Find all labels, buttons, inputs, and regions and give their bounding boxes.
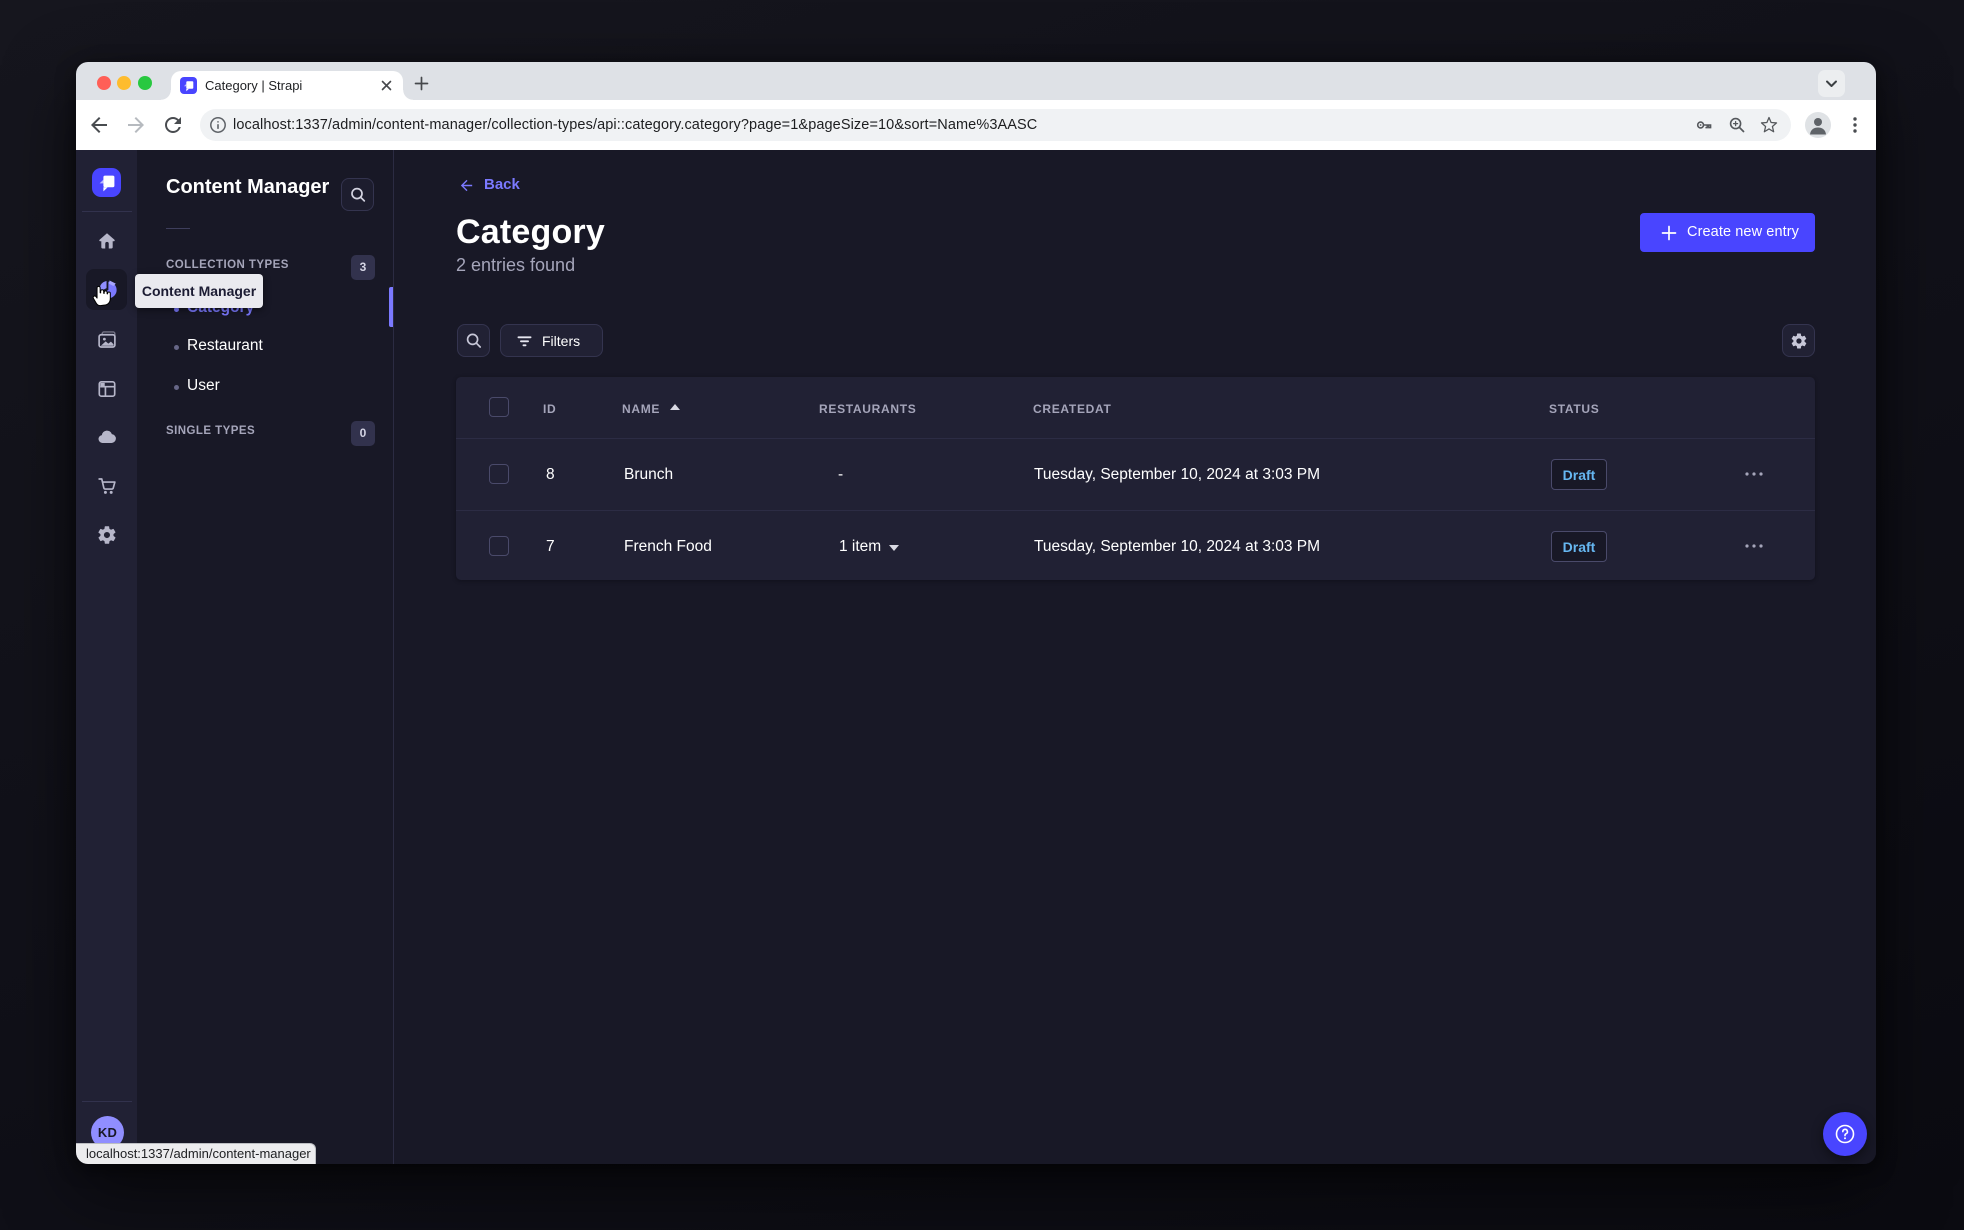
- table-header-row: ID NAME RESTAURANTS CREATEDAT STATUS: [456, 377, 1815, 439]
- browser-toolbar: localhost:1337/admin/content-manager/col…: [76, 100, 1876, 150]
- rail-divider: [82, 211, 132, 212]
- sort-ascending-icon[interactable]: [670, 404, 680, 410]
- column-header-id[interactable]: ID: [543, 402, 556, 416]
- sidebar-item-marketplace[interactable]: [86, 465, 127, 506]
- sidebar-item-cloud[interactable]: [86, 416, 127, 457]
- password-key-icon[interactable]: [1695, 116, 1713, 134]
- filter-icon: [516, 333, 533, 350]
- row-actions-icon[interactable]: [1740, 460, 1768, 488]
- table-row[interactable]: 8 Brunch - Tuesday, September 10, 2024 a…: [456, 439, 1815, 510]
- cell-id: 7: [546, 538, 555, 555]
- single-types-count-badge: 0: [351, 421, 375, 446]
- forward-navigation-icon[interactable]: [124, 113, 148, 137]
- create-new-entry-button[interactable]: Create new entry: [1640, 213, 1815, 252]
- entries-count: 2 entries found: [456, 255, 576, 275]
- row-checkbox[interactable]: [489, 464, 509, 484]
- entries-table: ID NAME RESTAURANTS CREATEDAT STATUS 8 B…: [456, 377, 1815, 580]
- url-bar[interactable]: localhost:1337/admin/content-manager/col…: [200, 109, 1791, 141]
- browser-tab-strip: Category | Strapi: [76, 62, 1876, 100]
- traffic-light-minimize[interactable]: [117, 76, 131, 90]
- cell-name: French Food: [624, 538, 712, 555]
- column-header-restaurants[interactable]: RESTAURANTS: [819, 402, 916, 416]
- active-item-indicator: [389, 287, 393, 327]
- column-header-status[interactable]: STATUS: [1549, 402, 1599, 416]
- cell-restaurants: -: [838, 466, 844, 483]
- strapi-app: KD Content Manager COLLECTION TYPES 3 Ca…: [76, 150, 1876, 1164]
- column-header-name[interactable]: NAME: [622, 402, 660, 416]
- bookmark-star-icon[interactable]: [1760, 116, 1778, 134]
- expand-relation-icon[interactable]: [889, 545, 899, 551]
- table-settings-button[interactable]: [1782, 324, 1815, 357]
- subnav-divider: [166, 228, 190, 229]
- sidebar-item-content-type-builder[interactable]: [86, 368, 127, 409]
- subnav-title: Content Manager: [166, 176, 330, 198]
- page-title: Category: [456, 213, 605, 251]
- collection-types-count-badge: 3: [351, 255, 375, 280]
- traffic-light-close[interactable]: [97, 76, 111, 90]
- sidebar-item-media-library[interactable]: [86, 319, 127, 360]
- tab-close-icon[interactable]: [378, 77, 395, 94]
- url-text: localhost:1337/admin/content-manager/col…: [233, 117, 1038, 133]
- new-tab-icon[interactable]: [413, 75, 430, 92]
- row-actions-icon[interactable]: [1740, 532, 1768, 560]
- strapi-logo[interactable]: [92, 168, 121, 197]
- bullet-icon: [174, 385, 179, 390]
- sidebar-item-settings[interactable]: [86, 514, 127, 555]
- main-content: Back Category 2 entries found Create new…: [394, 150, 1876, 1164]
- sidebar-item-home[interactable]: [86, 220, 127, 261]
- reload-icon[interactable]: [161, 113, 185, 137]
- search-button[interactable]: [457, 324, 490, 357]
- cell-createdat: Tuesday, September 10, 2024 at 3:03 PM: [1034, 538, 1321, 555]
- content-manager-tooltip: Content Manager: [135, 274, 263, 308]
- status-badge: Draft: [1551, 459, 1607, 490]
- sidebar-item-user[interactable]: User: [137, 368, 394, 406]
- strapi-favicon: [180, 77, 197, 94]
- cell-id: 8: [546, 466, 555, 483]
- subnav-search-button[interactable]: [341, 178, 374, 211]
- cell-restaurants: 1 item: [839, 538, 882, 555]
- status-badge: Draft: [1551, 531, 1607, 562]
- browser-menu-icon[interactable]: [1843, 113, 1867, 137]
- mouse-cursor: [91, 284, 112, 312]
- help-button[interactable]: [1823, 1112, 1867, 1156]
- row-checkbox[interactable]: [489, 536, 509, 556]
- browser-tab[interactable]: Category | Strapi: [161, 71, 413, 100]
- collection-types-label: COLLECTION TYPES: [166, 259, 289, 271]
- tab-strip-chevron-icon[interactable]: [1818, 70, 1845, 97]
- back-navigation-icon[interactable]: [87, 113, 111, 137]
- site-info-icon[interactable]: [209, 116, 227, 134]
- tab-title: Category | Strapi: [205, 78, 303, 93]
- back-arrow-icon: [458, 177, 475, 194]
- filters-button[interactable]: Filters: [500, 324, 603, 357]
- browser-profile-avatar[interactable]: [1805, 112, 1831, 138]
- status-bubble: localhost:1337/admin/content-manager: [76, 1143, 316, 1164]
- table-row[interactable]: 7 French Food 1 item Tuesday, September …: [456, 510, 1815, 581]
- select-all-checkbox[interactable]: [489, 397, 509, 417]
- bullet-icon: [174, 345, 179, 350]
- rail-bottom-divider: [82, 1101, 132, 1102]
- sidebar-item-restaurant[interactable]: Restaurant: [137, 328, 394, 366]
- plus-icon: [1659, 223, 1679, 243]
- cell-createdat: Tuesday, September 10, 2024 at 3:03 PM: [1034, 466, 1321, 483]
- column-header-createdat[interactable]: CREATEDAT: [1033, 402, 1112, 416]
- cell-name: Brunch: [624, 466, 674, 483]
- zoom-icon[interactable]: [1728, 116, 1746, 134]
- browser-window: Category | Strapi localhost:1337/admin/c…: [76, 62, 1876, 1164]
- traffic-light-maximize[interactable]: [138, 76, 152, 90]
- single-types-label: SINGLE TYPES: [166, 425, 256, 437]
